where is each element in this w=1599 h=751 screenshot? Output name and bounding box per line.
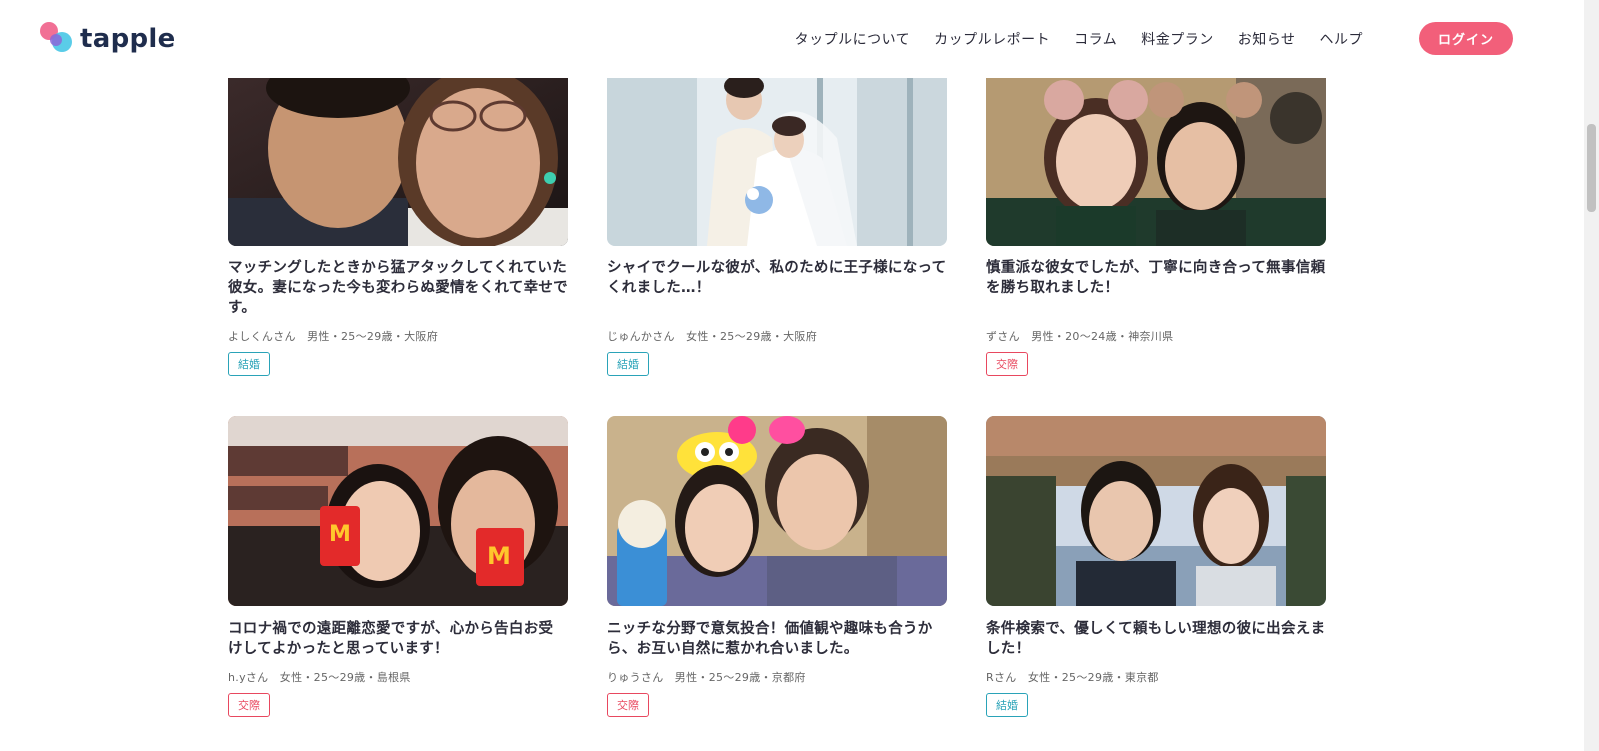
card-title[interactable]: 慎重派な彼女でしたが、丁寧に向き合って無事信頼を勝ち取れました！ — [986, 258, 1326, 298]
card-title[interactable]: マッチングしたときから猛アタックしてくれていた彼女。妻になった今も変わらぬ愛情を… — [228, 258, 568, 318]
card-meta: ずさん 男性・20〜24歳・神奈川県 — [986, 330, 1174, 343]
card-meta: りゅうさん 男性・25〜29歳・京都府 — [607, 671, 806, 684]
tag-badge: 交際 — [986, 352, 1028, 376]
card-meta: じゅんかさん 女性・25〜29歳・大阪府 — [607, 330, 817, 343]
couple-photo[interactable] — [986, 78, 1326, 246]
nav-item-couple-report[interactable]: カップルレポート — [934, 29, 1050, 49]
tag-badge: 結婚 — [228, 352, 270, 376]
card-title[interactable]: 条件検索で、優しくて頼もしい理想の彼に出会えました！ — [986, 619, 1326, 659]
tag-badge: 結婚 — [607, 352, 649, 376]
logo-text: tapple — [80, 24, 176, 54]
tag-badge: 交際 — [228, 693, 270, 717]
svg-text:M: M — [487, 542, 511, 570]
nav-item-news[interactable]: お知らせ — [1238, 29, 1296, 49]
site-header: tapple タップルについて カップルレポート コラム 料金プラン お知らせ … — [0, 0, 1584, 78]
couple-photo[interactable] — [607, 78, 947, 246]
couple-photo[interactable]: M M — [228, 416, 568, 606]
nav-item-pricing[interactable]: 料金プラン — [1141, 29, 1214, 49]
tapple-logo[interactable]: tapple — [40, 22, 176, 56]
main-nav: タップルについて カップルレポート コラム 料金プラン お知らせ ヘルプ — [795, 29, 1363, 49]
tag-badge: 結婚 — [986, 693, 1028, 717]
card-meta: よしくんさん 男性・25〜29歳・大阪府 — [228, 330, 438, 343]
svg-text:M: M — [329, 522, 351, 547]
couple-photo[interactable] — [607, 416, 947, 606]
logo-mark-icon — [40, 22, 74, 56]
card-title[interactable]: シャイでクールな彼が、私のために王子様になってくれました…！ — [607, 258, 947, 298]
nav-item-column[interactable]: コラム — [1074, 29, 1117, 49]
nav-item-help[interactable]: ヘルプ — [1320, 29, 1364, 49]
couple-photo[interactable] — [228, 78, 568, 246]
card-meta: Rさん 女性・25〜29歳・東京都 — [986, 671, 1159, 684]
couple-photo[interactable] — [986, 416, 1326, 606]
card-title[interactable]: ニッチな分野で意気投合！価値観や趣味も合うから、お互い自然に惹かれ合いました。 — [607, 619, 947, 659]
card-title[interactable]: コロナ禍での遠距離恋愛ですが、心から告白お受けしてよかったと思っています！ — [228, 619, 568, 659]
scrollbar-thumb[interactable] — [1587, 124, 1596, 212]
card-meta: h.yさん 女性・25〜29歳・島根県 — [228, 671, 411, 684]
tag-badge: 交際 — [607, 693, 649, 717]
page-scrollbar[interactable] — [1584, 0, 1599, 751]
nav-item-about[interactable]: タップルについて — [795, 29, 911, 49]
login-button[interactable]: ログイン — [1419, 22, 1513, 55]
